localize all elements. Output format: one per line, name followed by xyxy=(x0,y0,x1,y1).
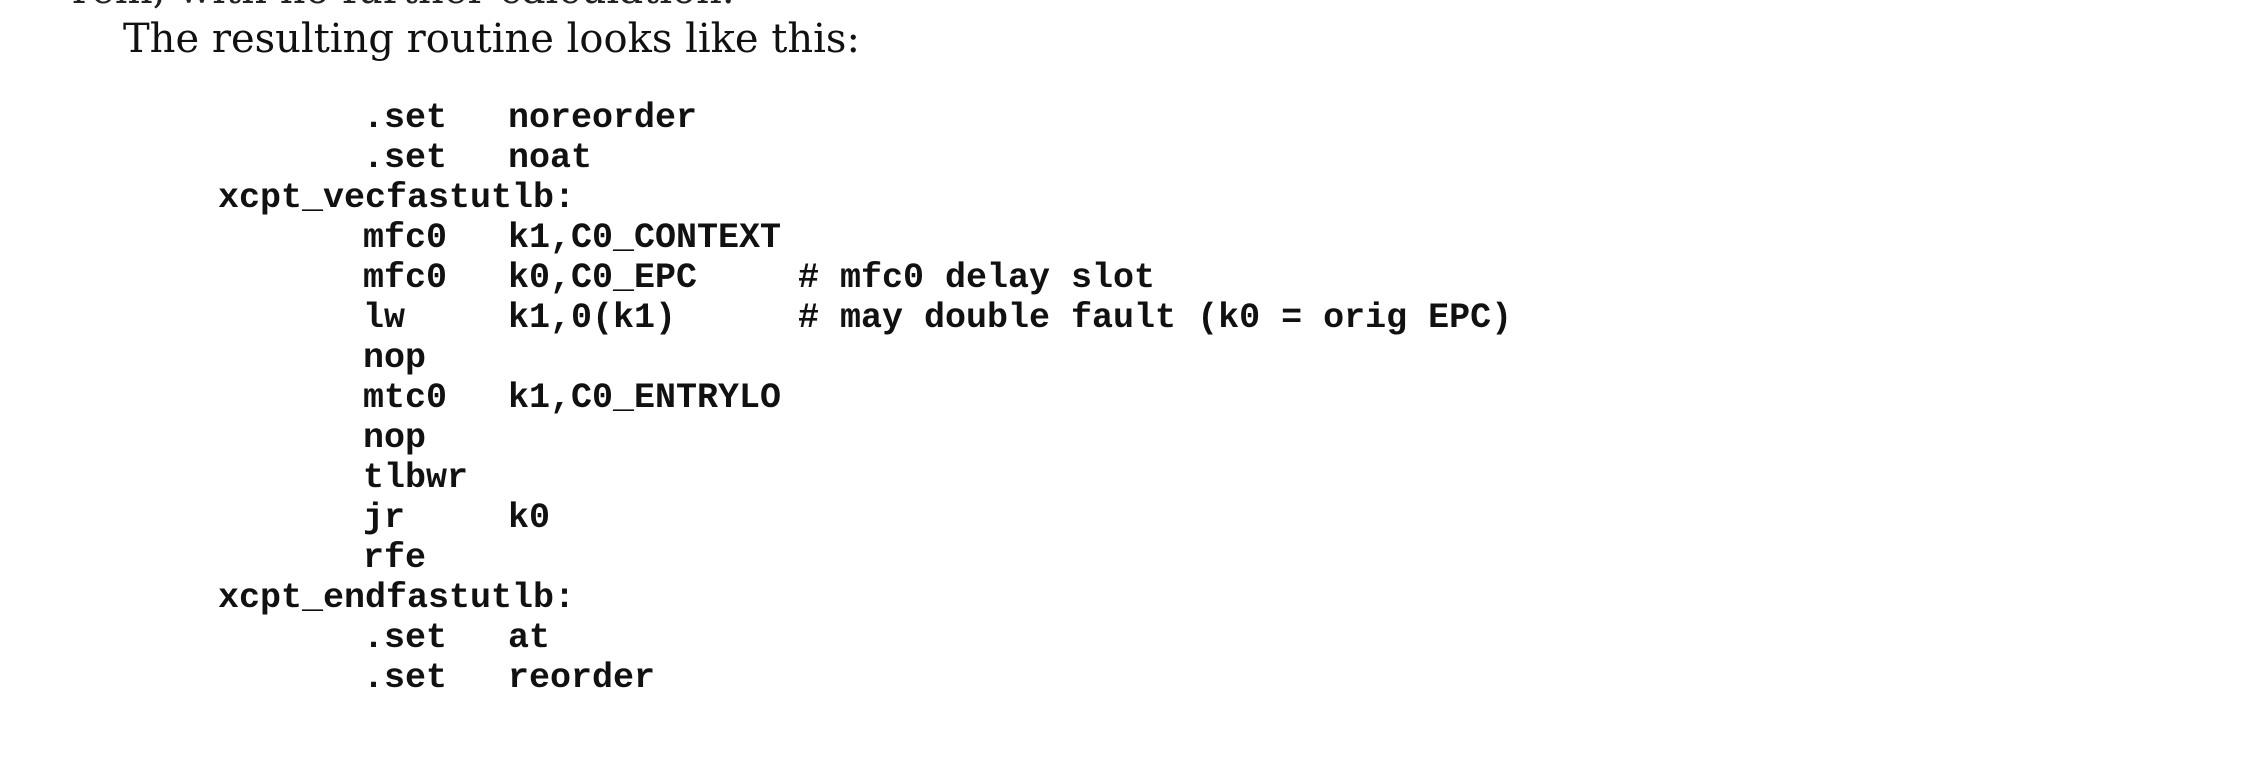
code-line: nop xyxy=(218,418,2118,458)
code-opcode: nop xyxy=(363,418,427,458)
code-line: .set at xyxy=(218,618,2118,658)
code-operands: k0 xyxy=(508,498,551,538)
intro-sentence: The resulting routine looks like this: xyxy=(123,16,860,62)
code-operands: k1,0(k1) xyxy=(508,298,677,338)
code-opcode: lw xyxy=(363,298,406,338)
code-operands: k1,C0_ENTRYLO xyxy=(508,378,782,418)
code-label: xcpt_endfastutlb: xyxy=(218,578,576,618)
code-opcode: nop xyxy=(363,338,427,378)
code-listing: .set noreorder .set noat xcpt_vecfastutlb:… xyxy=(218,98,2118,698)
code-opcode: mfc0 xyxy=(363,218,448,258)
code-operands: reorder xyxy=(508,658,656,698)
code-line: tlbwr xyxy=(218,458,2118,498)
code-line: .set reorder xyxy=(218,658,2118,698)
code-operands: at xyxy=(508,618,551,658)
code-line: mtc0 k1,C0_ENTRYLO xyxy=(218,378,2118,418)
code-comment: # may double fault (k0 = orig EPC) xyxy=(798,298,1513,338)
code-opcode: mfc0 xyxy=(363,258,448,298)
code-opcode: .set xyxy=(363,658,448,698)
code-line: mfc0 k0,C0_EPC # mfc0 delay slot xyxy=(218,258,2118,298)
code-operands: noat xyxy=(508,138,593,178)
code-opcode: tlbwr xyxy=(363,458,469,498)
code-opcode: .set xyxy=(363,98,448,138)
code-opcode: mtc0 xyxy=(363,378,448,418)
code-line: nop xyxy=(218,338,2118,378)
code-line: xcpt_endfastutlb: xyxy=(218,578,2118,618)
code-operands: k1,C0_CONTEXT xyxy=(508,218,782,258)
code-line: rfe xyxy=(218,538,2118,578)
code-operands: k0,C0_EPC xyxy=(508,258,698,298)
previous-paragraph-fragment: rem, with no further calculation. xyxy=(72,0,735,10)
code-line: lw k1,0(k1) # may double fault (k0 = orig … xyxy=(218,298,2118,338)
code-label: xcpt_vecfastutlb: xyxy=(218,178,576,218)
code-operands: noreorder xyxy=(508,98,698,138)
code-line: jr k0 xyxy=(218,498,2118,538)
code-opcode: jr xyxy=(363,498,406,538)
code-opcode: .set xyxy=(363,618,448,658)
code-line: .set noreorder xyxy=(218,98,2118,138)
code-line: mfc0 k1,C0_CONTEXT xyxy=(218,218,2118,258)
code-opcode: rfe xyxy=(363,538,427,578)
code-line: .set noat xyxy=(218,138,2118,178)
code-line: xcpt_vecfastutlb: xyxy=(218,178,2118,218)
code-comment: # mfc0 delay slot xyxy=(798,258,1156,298)
code-opcode: .set xyxy=(363,138,448,178)
